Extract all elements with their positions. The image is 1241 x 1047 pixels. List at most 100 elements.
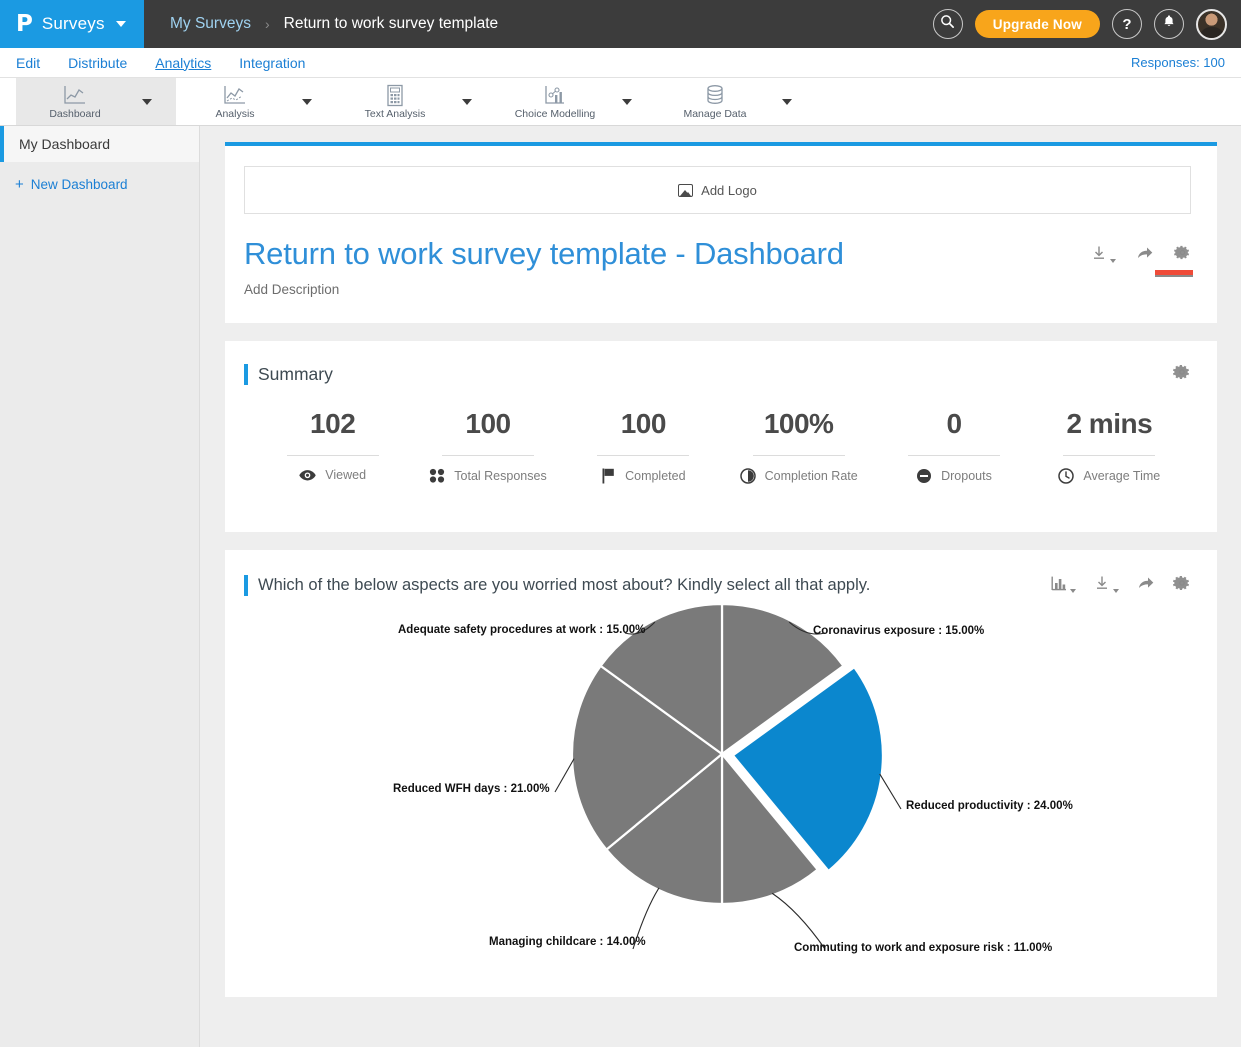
dashboard-title-row: Return to work survey template - Dashboa… (225, 214, 1217, 272)
line-chart-icon (62, 83, 88, 107)
stat-total-responses: 100 Total Responses (410, 408, 565, 484)
tab-distribute[interactable]: Distribute (68, 55, 127, 71)
share-icon (1137, 575, 1155, 596)
summary-stats: 102 Viewed 100 (225, 386, 1217, 532)
chevron-down-icon[interactable] (302, 99, 312, 105)
page-title[interactable]: Return to work survey template - Dashboa… (244, 236, 844, 272)
minus-circle-icon (916, 468, 932, 484)
stat-value: 100 (621, 408, 666, 440)
summary-header: Summary (225, 341, 1217, 386)
ribbon-item-manage-data[interactable]: Manage Data (656, 78, 816, 125)
stat-completion-rate: 100% Completion Rate (721, 408, 876, 484)
stat-divider (753, 455, 845, 456)
share-button[interactable] (1136, 245, 1154, 266)
tab-edit[interactable]: Edit (16, 55, 40, 71)
dashboard-sidebar: My Dashboard + New Dashboard (0, 126, 200, 1047)
four-dots-icon (429, 468, 445, 483)
chevron-down-icon[interactable] (782, 99, 792, 105)
add-logo-button[interactable]: Add Logo (244, 166, 1191, 214)
section-accent-bar (244, 575, 248, 596)
gear-icon (1173, 574, 1191, 597)
question-settings-button[interactable] (1173, 574, 1191, 597)
pie-label-managing-childcare: Managing childcare : 14.00% (489, 936, 646, 948)
product-logo-icon: P (16, 13, 33, 36)
ribbon-label-manage-data: Manage Data (683, 108, 746, 120)
stat-value: 0 (946, 408, 961, 440)
image-icon (678, 184, 693, 197)
stat-value: 2 mins (1066, 408, 1152, 440)
search-button[interactable] (933, 9, 963, 39)
dashboard-header-actions (1091, 236, 1191, 266)
download-button[interactable] (1091, 245, 1116, 266)
responses-count: Responses: 100 (1131, 55, 1225, 70)
dashboard-header-card: Add Logo Return to work survey template … (225, 142, 1217, 323)
stat-divider (1063, 455, 1155, 456)
stat-label: Dropouts (941, 469, 992, 483)
question-title: Which of the below aspects are you worri… (258, 575, 870, 596)
chevron-down-icon[interactable] (622, 99, 632, 105)
clock-icon (1058, 468, 1074, 484)
share-button[interactable] (1137, 575, 1155, 596)
stat-completed: 100 Completed (566, 408, 721, 484)
avatar[interactable] (1196, 9, 1227, 40)
chevron-down-icon[interactable] (462, 99, 472, 105)
ribbon-label-text-analysis: Text Analysis (365, 108, 426, 120)
add-description-button[interactable]: Add Description (225, 272, 1217, 323)
stat-divider (597, 455, 689, 456)
chart-type-button[interactable] (1051, 576, 1076, 596)
settings-active-indicator (1155, 270, 1193, 277)
download-button[interactable] (1094, 575, 1119, 596)
stat-label: Completed (625, 469, 685, 483)
share-icon (1136, 245, 1154, 266)
analysis-chart-icon (222, 83, 248, 107)
breadcrumb-current-survey: Return to work survey template (284, 15, 499, 33)
sidebar-new-dashboard-button[interactable]: + New Dashboard (0, 166, 199, 202)
pie-chart[interactable] (225, 597, 1217, 997)
dashboard-content: Add Logo Return to work survey template … (200, 126, 1241, 1047)
chevron-down-icon[interactable] (116, 21, 126, 27)
notifications-button[interactable] (1154, 9, 1184, 39)
stat-label: Viewed (325, 468, 366, 482)
stat-divider (287, 455, 379, 456)
stat-value: 102 (310, 408, 355, 440)
tab-integration[interactable]: Integration (239, 55, 305, 71)
stat-viewed: 102 Viewed (255, 408, 410, 484)
chevron-down-icon[interactable] (142, 99, 152, 105)
stat-average-time: 2 mins Average Time (1032, 408, 1187, 484)
tab-analytics[interactable]: Analytics (155, 55, 211, 71)
ribbon-item-text-analysis[interactable]: Text Analysis (336, 78, 496, 125)
ribbon-item-choice-modelling[interactable]: Choice Modelling (496, 78, 656, 125)
pie-leader-line (880, 774, 901, 809)
add-logo-label: Add Logo (701, 183, 757, 198)
breadcrumb-my-surveys[interactable]: My Surveys (170, 15, 251, 33)
ribbon-item-analysis[interactable]: Analysis (176, 78, 336, 125)
upgrade-now-button[interactable]: Upgrade Now (975, 10, 1100, 38)
stat-value: 100 (465, 408, 510, 440)
pie-chart-area: Coronavirus exposure : 15.00% Reduced pr… (225, 597, 1217, 997)
help-button[interactable]: ? (1112, 9, 1142, 39)
dashboard-settings-button[interactable] (1174, 244, 1191, 266)
chevron-down-icon[interactable] (1110, 259, 1116, 263)
stat-label: Total Responses (454, 469, 546, 483)
search-icon (940, 14, 955, 34)
pie-label-commuting-to-work: Commuting to work and exposure risk : 11… (794, 942, 1052, 954)
bell-icon (1162, 14, 1176, 34)
text-analysis-icon (384, 83, 406, 107)
database-icon (704, 83, 726, 107)
chevron-down-icon[interactable] (1070, 589, 1076, 593)
brand-button[interactable]: P Surveys (0, 0, 144, 48)
ribbon-item-dashboard[interactable]: Dashboard (16, 78, 176, 125)
sidebar-item-my-dashboard[interactable]: My Dashboard (0, 126, 199, 162)
question-header: Which of the below aspects are you worri… (225, 550, 1217, 597)
stat-label: Average Time (1083, 469, 1160, 483)
bar-chart-icon (1051, 576, 1067, 596)
half-circle-icon (740, 468, 756, 484)
stat-divider (442, 455, 534, 456)
question-actions (1051, 574, 1191, 597)
pie-leader-line (772, 893, 825, 949)
plus-icon: + (15, 177, 24, 192)
ribbon-label-analysis: Analysis (215, 108, 254, 120)
chevron-down-icon[interactable] (1113, 589, 1119, 593)
ribbon-label-choice-modelling: Choice Modelling (515, 108, 596, 120)
summary-settings-button[interactable] (1173, 363, 1191, 386)
